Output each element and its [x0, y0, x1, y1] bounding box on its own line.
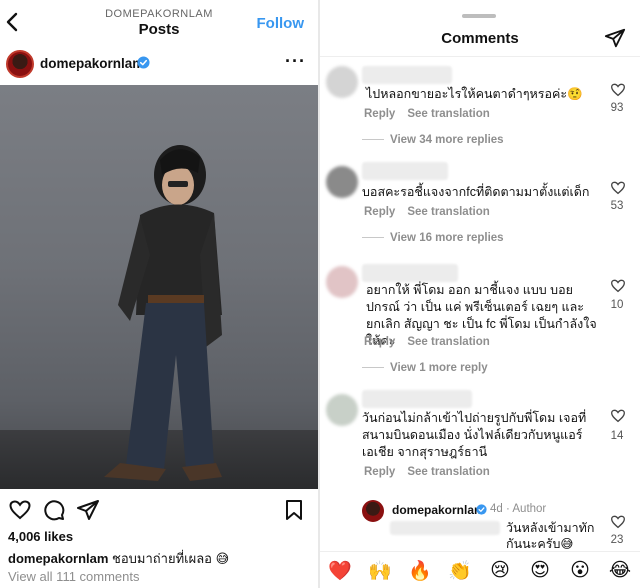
reply-button[interactable]: Reply [364, 206, 395, 218]
emoji-laughing[interactable]: 😂 [606, 559, 634, 581]
heart-icon[interactable] [8, 498, 32, 522]
post-photo[interactable] [0, 85, 318, 489]
comment-text: ไปหลอกขายอะไรให้คนตาดำๆหรอค่ะ🤨 [366, 87, 583, 101]
see-translation-link[interactable]: See translation [407, 466, 489, 478]
emoji-surprised[interactable]: 😮 [566, 559, 594, 581]
comment-like-count: 10 [610, 299, 624, 311]
comment-heart-icon[interactable] [610, 82, 626, 98]
view-replies-link[interactable]: View 1 more reply [362, 362, 488, 374]
view-replies-link[interactable]: View 34 more replies [362, 134, 504, 146]
see-translation-link[interactable]: See translation [407, 336, 489, 348]
comment-heart-icon[interactable] [610, 514, 626, 530]
caption-text: ชอบมาถ่ายที่เผลอ 😅 [112, 551, 230, 566]
comment-icon[interactable] [42, 498, 66, 522]
post-header: DOMEPAKORNLAM Posts Follow [0, 0, 318, 44]
comment-heart-icon[interactable] [610, 180, 626, 196]
avatar[interactable] [362, 500, 384, 522]
reply-username[interactable]: domepakornlam [392, 503, 485, 517]
commenter-name-blurred [362, 66, 452, 84]
post-panel: DOMEPAKORNLAM Posts Follow domepakornlam… [0, 0, 318, 588]
follow-button[interactable]: Follow [257, 15, 305, 32]
comments-panel: Comments ไปหลอกขายอะไรให้คนตาดำๆหรอค่ะ🤨 … [320, 0, 640, 588]
post-username[interactable]: domepakornlam [40, 56, 144, 71]
mention-blurred [390, 521, 500, 535]
bookmark-icon[interactable] [282, 498, 306, 522]
post-author-bar: domepakornlam ··· [0, 46, 318, 84]
comment-meta: Reply See translation [364, 206, 502, 218]
comment-like-count: 53 [610, 200, 624, 212]
comment-like-count: 14 [610, 430, 624, 442]
header-divider [320, 56, 640, 57]
comment-like-count: 23 [610, 534, 624, 546]
likes-count[interactable]: 4,006 likes [8, 529, 73, 544]
post-caption: domepakornlam ชอบมาถ่ายที่เผลอ 😅 [8, 548, 313, 569]
post-actions [0, 496, 318, 524]
comment-item: บอสคะรอชี้แจงจากfcที่ติดตามมาตั้งแต่เด็ก… [320, 160, 640, 256]
reply-text: วันหลังเข้ามาทัก กันนะครับ😅 [506, 521, 595, 551]
emoji-raised-hands[interactable]: 🙌 [366, 559, 394, 582]
view-replies-link[interactable]: View 16 more replies [362, 232, 504, 244]
caption-username[interactable]: domepakornlam [8, 551, 108, 566]
comment-text: วันก่อนไม่กล้าเข้าไปถ่ายรูปกับพี่โดม เจอ… [362, 411, 587, 459]
person-figure [104, 145, 222, 481]
comment-item: อยากให้ พี่โดม ออก มาชี้แจง แบบ บอย ปกรณ… [320, 262, 640, 378]
emoji-reaction-bar: ❤️ 🙌 🔥 👏 😢 😍 😮 😂 [320, 551, 640, 588]
reply-button[interactable]: Reply [364, 108, 395, 120]
commenter-name-blurred [362, 162, 448, 180]
emoji-clap[interactable]: 👏 [446, 559, 474, 582]
send-icon[interactable] [604, 27, 626, 49]
emoji-heart-eyes[interactable]: 😍 [526, 559, 554, 581]
see-translation-link[interactable]: See translation [407, 108, 489, 120]
reply-timestamp: 4d · Author [490, 503, 547, 515]
comment-meta: Reply See translation [364, 108, 502, 120]
see-translation-link[interactable]: See translation [407, 206, 489, 218]
comment-text: บอสคะรอชี้แจงจากfcที่ติดตามมาตั้งแต่เด็ก [362, 185, 590, 199]
commenter-avatar[interactable] [326, 66, 358, 98]
view-all-comments-link[interactable]: View all 111 comments [8, 569, 140, 584]
commenter-avatar[interactable] [326, 166, 358, 198]
verified-badge-icon [137, 56, 150, 69]
commenter-name-blurred [362, 264, 458, 282]
more-options-icon[interactable]: ··· [285, 51, 306, 72]
commenter-name-blurred [362, 390, 472, 408]
sheet-grab-handle[interactable] [462, 14, 496, 18]
commenter-avatar[interactable] [326, 394, 358, 426]
comment-heart-icon[interactable] [610, 278, 626, 294]
author-reply-item: domepakornlam 4d · Author วันหลังเข้ามาท… [320, 498, 640, 551]
reply-button[interactable]: Reply [364, 336, 395, 348]
reply-button[interactable]: Reply [364, 466, 395, 478]
commenter-avatar[interactable] [326, 266, 358, 298]
avatar[interactable] [6, 50, 34, 78]
share-icon[interactable] [76, 498, 100, 522]
emoji-fire[interactable]: 🔥 [406, 559, 434, 582]
comment-meta: Reply See translation [364, 466, 502, 478]
comment-like-count: 93 [610, 102, 624, 114]
comment-item: วันก่อนไม่กล้าเข้าไปถ่ายรูปกับพี่โดม เจอ… [320, 388, 640, 488]
verified-badge-icon [476, 504, 487, 515]
emoji-heart[interactable]: ❤️ [326, 559, 354, 582]
comment-item: ไปหลอกขายอะไรให้คนตาดำๆหรอค่ะ🤨 Reply See … [320, 62, 640, 158]
comment-meta: Reply See translation [364, 336, 502, 348]
emoji-crying[interactable]: 😢 [486, 559, 514, 581]
comments-title: Comments [441, 30, 519, 47]
comment-heart-icon[interactable] [610, 408, 626, 424]
